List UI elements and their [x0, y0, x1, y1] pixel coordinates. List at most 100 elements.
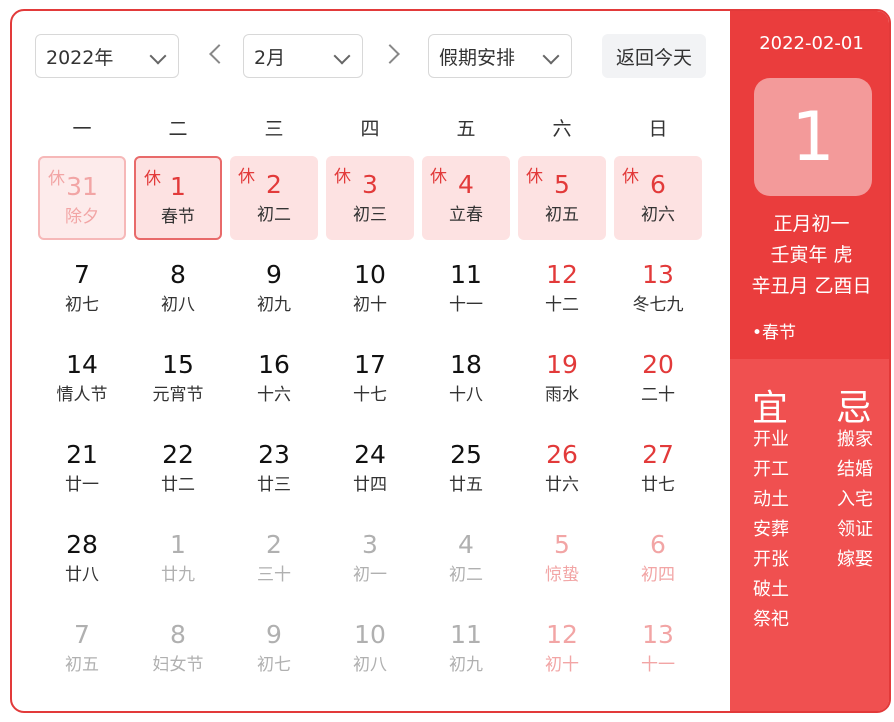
- day-cell[interactable]: 休 31 除夕: [38, 156, 126, 240]
- day-cell[interactable]: 18 十八: [422, 336, 510, 420]
- lunar-label: 初五: [65, 655, 99, 675]
- day-cell[interactable]: 10 初八: [326, 606, 414, 690]
- day-cell[interactable]: 1 廿九: [134, 516, 222, 600]
- day-number: 1: [170, 530, 186, 559]
- festival-label: •春节: [752, 323, 797, 343]
- day-cell[interactable]: 27 廿七: [614, 426, 702, 510]
- weekday-header: 六: [552, 118, 572, 140]
- lunar-label: 二十: [641, 385, 675, 405]
- day-number: 16: [258, 350, 290, 379]
- yi-title: 宜: [752, 388, 789, 429]
- day-number: 7: [74, 260, 90, 289]
- day-cell[interactable]: 5 惊蛰: [518, 516, 606, 600]
- weekday-header: 二: [168, 118, 188, 140]
- lunar-label: 初九: [449, 655, 483, 675]
- day-cell[interactable]: 16 十六: [230, 336, 318, 420]
- yi-item: 破土: [753, 579, 789, 600]
- day-number: 13: [642, 260, 674, 289]
- day-cell[interactable]: 12 初十: [518, 606, 606, 690]
- day-cell[interactable]: 2 三十: [230, 516, 318, 600]
- day-cell[interactable]: 休 5 初五: [518, 156, 606, 240]
- day-cell[interactable]: 8 妇女节: [134, 606, 222, 690]
- day-cell[interactable]: 23 廿三: [230, 426, 318, 510]
- day-number: 13: [642, 620, 674, 649]
- lunar-label: 冬七九: [632, 295, 684, 315]
- day-number: 4: [458, 170, 474, 199]
- day-cell[interactable]: 11 初九: [422, 606, 510, 690]
- lunar-label: 廿八: [65, 565, 99, 585]
- day-number: 2: [266, 530, 282, 559]
- yi-item: 开张: [753, 549, 789, 570]
- day-cell[interactable]: 休 3 初三: [326, 156, 414, 240]
- lunar-label: 初四: [641, 565, 675, 585]
- day-cell[interactable]: 17 十七: [326, 336, 414, 420]
- month-select-value: 2月: [254, 46, 286, 69]
- day-number: 27: [642, 440, 674, 469]
- day-cell[interactable]: 20 二十: [614, 336, 702, 420]
- day-cell[interactable]: 10 初十: [326, 246, 414, 330]
- yi-item: 动土: [753, 489, 789, 510]
- day-cell[interactable]: 6 初四: [614, 516, 702, 600]
- day-number: 10: [354, 260, 386, 289]
- day-cell[interactable]: 25 廿五: [422, 426, 510, 510]
- day-cell[interactable]: 15 元宵节: [134, 336, 222, 420]
- weekday-header: 三: [264, 118, 284, 140]
- day-number: 6: [650, 170, 666, 199]
- holiday-select[interactable]: 假期安排: [428, 34, 572, 78]
- day-cell[interactable]: 21 廿一: [38, 426, 126, 510]
- day-cell[interactable]: 13 冬七九: [614, 246, 702, 330]
- day-cell[interactable]: 休 4 立春: [422, 156, 510, 240]
- ji-title: 忌: [836, 388, 873, 429]
- ganzhi-month-day: 辛丑月 乙酉日: [751, 275, 872, 297]
- day-cell[interactable]: 8 初八: [134, 246, 222, 330]
- ji-item: 领证: [837, 519, 873, 540]
- year-select[interactable]: 2022年: [35, 34, 179, 78]
- day-cell[interactable]: 休 2 初二: [230, 156, 318, 240]
- chevron-down-icon: [542, 47, 560, 65]
- next-month-icon[interactable]: [380, 44, 400, 64]
- day-number: 26: [546, 440, 578, 469]
- lunar-label: 初二: [257, 205, 291, 225]
- day-number: 3: [362, 530, 378, 559]
- day-cell[interactable]: 22 廿二: [134, 426, 222, 510]
- lunar-label: 初十: [353, 295, 387, 315]
- day-cell[interactable]: 26 廿六: [518, 426, 606, 510]
- day-number: 18: [450, 350, 482, 379]
- day-cell[interactable]: 28 廿八: [38, 516, 126, 600]
- lunar-label: 廿一: [65, 475, 99, 495]
- day-number: 10: [354, 620, 386, 649]
- lunar-label: 惊蛰: [545, 565, 579, 585]
- day-cell[interactable]: 9 初七: [230, 606, 318, 690]
- day-cell[interactable]: 7 初七: [38, 246, 126, 330]
- lunar-label: 初八: [353, 655, 387, 675]
- ganzhi-year: 壬寅年 虎: [770, 244, 853, 266]
- day-cell[interactable]: 13 十一: [614, 606, 702, 690]
- lunar-label: 十八: [449, 385, 483, 405]
- day-number: 15: [162, 350, 194, 379]
- weekday-header: 四: [360, 118, 380, 140]
- ji-item: 搬家: [837, 429, 873, 450]
- day-cell[interactable]: 4 初二: [422, 516, 510, 600]
- weekday-header: 五: [456, 118, 476, 140]
- weekday-header: 一: [72, 118, 92, 140]
- day-cell[interactable]: 12 十二: [518, 246, 606, 330]
- day-cell[interactable]: 24 廿四: [326, 426, 414, 510]
- day-cell[interactable]: 7 初五: [38, 606, 126, 690]
- day-cell[interactable]: 19 雨水: [518, 336, 606, 420]
- day-cell[interactable]: 14 情人节: [38, 336, 126, 420]
- day-cell[interactable]: 休 6 初六: [614, 156, 702, 240]
- day-cell[interactable]: 3 初一: [326, 516, 414, 600]
- day-cell[interactable]: 11 十一: [422, 246, 510, 330]
- day-cell[interactable]: 休 1 春节: [134, 156, 222, 240]
- day-cell[interactable]: 9 初九: [230, 246, 318, 330]
- month-select[interactable]: 2月: [243, 34, 363, 78]
- day-number: 6: [650, 530, 666, 559]
- prev-month-icon[interactable]: [209, 44, 229, 64]
- back-to-today-button[interactable]: 返回今天: [602, 34, 706, 78]
- year-select-value: 2022年: [46, 46, 114, 69]
- lunar-label: 廿四: [353, 475, 387, 495]
- day-number: 11: [450, 620, 482, 649]
- lunar-label: 十二: [545, 295, 579, 315]
- lunar-label: 三十: [257, 565, 291, 585]
- day-number: 12: [546, 260, 578, 289]
